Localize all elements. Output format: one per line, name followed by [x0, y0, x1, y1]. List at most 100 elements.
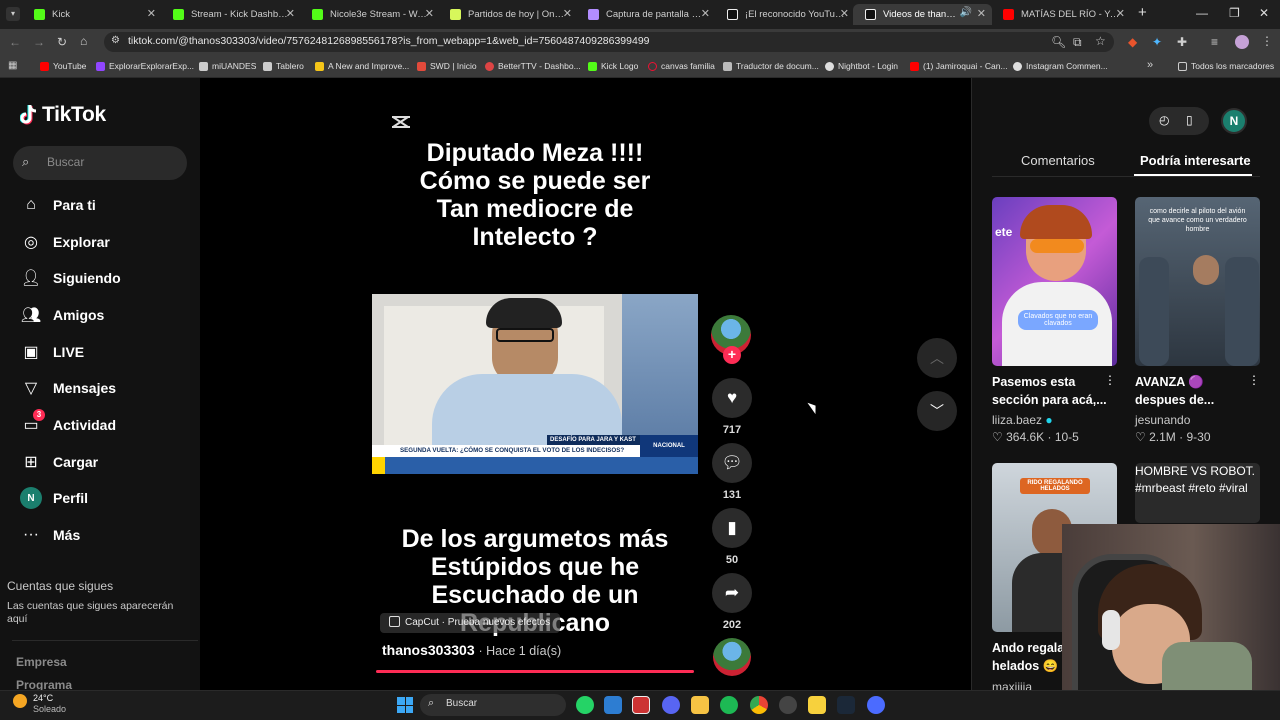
- bookmark-item[interactable]: Traductor de docum...: [723, 61, 819, 71]
- launcher-app-icon[interactable]: [867, 696, 885, 714]
- nav-siguiendo[interactable]: 👤︎ Siguiendo: [20, 266, 121, 290]
- bookmark-item[interactable]: SWD | Inicio: [417, 61, 477, 71]
- tab-6-active[interactable]: Videos de thanos303🔊✕: [853, 4, 992, 25]
- bookmark-item[interactable]: A New and Improve...: [315, 61, 409, 71]
- zoom-icon[interactable]: 🔍︎: [1051, 35, 1066, 49]
- back-icon[interactable]: ←: [9, 35, 21, 49]
- close-tab-icon[interactable]: ✕: [701, 7, 710, 20]
- next-video-button[interactable]: ﹀: [917, 391, 957, 431]
- close-tab-icon[interactable]: ✕: [840, 7, 849, 20]
- nav-mas[interactable]: ··· Más: [20, 523, 80, 547]
- recommended-author[interactable]: liiza.baez ●: [992, 413, 1053, 427]
- forward-icon[interactable]: →: [33, 35, 45, 49]
- audio-playing-icon[interactable]: 🔊: [960, 7, 972, 18]
- nav-cargar[interactable]: ⊞ Cargar: [20, 450, 98, 474]
- chrome-icon[interactable]: [750, 696, 768, 714]
- nav-explorar[interactable]: ◎ Explorar: [20, 230, 110, 254]
- previous-video-button[interactable]: ︿: [917, 338, 957, 378]
- obs-icon[interactable]: [779, 696, 797, 714]
- get-app-icon[interactable]: ▯: [1186, 113, 1193, 127]
- windows-start-icon[interactable]: [397, 697, 413, 713]
- minimize-icon[interactable]: —: [1196, 6, 1208, 20]
- sticky-notes-icon[interactable]: [808, 696, 826, 714]
- all-bookmarks-folder[interactable]: Todos los marcadores: [1178, 61, 1274, 71]
- nav-para-ti[interactable]: ⌂ Para ti: [20, 193, 96, 217]
- nav-perfil[interactable]: N Perfil: [20, 486, 88, 510]
- recommended-thumbnail[interactable]: HOMBRE VS ROBOT. #mrbeast #reto #viral: [1135, 463, 1260, 523]
- close-tab-icon[interactable]: ✕: [147, 7, 156, 20]
- steam-icon[interactable]: [837, 696, 855, 714]
- tab-list-icon[interactable]: ▾: [6, 7, 20, 21]
- recommended-author[interactable]: jesunando: [1135, 413, 1190, 427]
- bookmark-item[interactable]: Kick Logo: [588, 61, 638, 71]
- comment-button[interactable]: 💬︎: [712, 443, 752, 483]
- more-options-icon[interactable]: ⋮: [1248, 373, 1260, 387]
- nav-live[interactable]: ▣ LIVE: [20, 340, 84, 364]
- browser-profile-avatar[interactable]: [1235, 35, 1249, 49]
- recommended-thumbnail[interactable]: como decirle al piloto del avión que ava…: [1135, 197, 1260, 366]
- follow-plus-icon[interactable]: +: [723, 346, 741, 364]
- weather-temp[interactable]: 24°C: [33, 693, 53, 703]
- video-author[interactable]: thanos303303 · Hace 1 día(s): [382, 642, 561, 658]
- bookmark-item[interactable]: (1) Jamiroquai - Can...: [910, 61, 1008, 71]
- bookmark-item[interactable]: canvas familia: [648, 61, 715, 71]
- terminal-app-icon[interactable]: [632, 696, 650, 714]
- whatsapp-icon[interactable]: [576, 696, 594, 714]
- tab-comments[interactable]: Comentarios: [1021, 153, 1095, 168]
- nav-actividad[interactable]: ▭ 3 Actividad: [20, 409, 116, 437]
- nav-mensajes[interactable]: ▽ Mensajes: [20, 376, 116, 400]
- tab-2[interactable]: Nicole3e Stream - Watch ✕: [300, 4, 440, 25]
- tab-recommended[interactable]: Podría interesarte: [1140, 153, 1251, 168]
- tab-3[interactable]: Partidos de hoy | OneFoo ✕: [438, 4, 578, 25]
- recommended-title[interactable]: AVANZA 🟣 despues de...: [1135, 373, 1257, 409]
- bookmark-star-icon[interactable]: ☆: [1095, 34, 1106, 48]
- like-button[interactable]: ♥: [712, 378, 752, 418]
- browser-menu-icon[interactable]: ⋮: [1261, 34, 1273, 48]
- discord-icon[interactable]: [662, 696, 680, 714]
- maximize-icon[interactable]: ❐: [1229, 6, 1240, 20]
- search-input[interactable]: [13, 146, 187, 180]
- bookmark-item[interactable]: miUANDES: [199, 61, 256, 71]
- tab-5[interactable]: ¡El reconocido YouTuber ✕: [715, 4, 855, 25]
- close-tab-icon[interactable]: ✕: [425, 7, 434, 20]
- more-bookmarks-icon[interactable]: »: [1147, 59, 1153, 71]
- music-disc-icon[interactable]: [713, 638, 751, 676]
- share-button[interactable]: ➦: [712, 573, 752, 613]
- apps-grid-icon[interactable]: ▦: [8, 60, 17, 71]
- recommended-title[interactable]: Pasemos esta sección para acá,...: [992, 373, 1114, 409]
- reload-icon[interactable]: ↻: [57, 35, 67, 49]
- bookmark-item[interactable]: Nightbot - Login: [825, 61, 898, 71]
- close-tab-icon[interactable]: ✕: [1116, 7, 1125, 20]
- bookmark-item[interactable]: ExplorarExplorarExp...: [96, 61, 194, 71]
- close-window-icon[interactable]: ✕: [1259, 6, 1269, 20]
- tab-1[interactable]: Stream - Kick Dashboard ✕: [161, 4, 301, 25]
- save-button[interactable]: ▮: [712, 508, 752, 548]
- new-tab-icon[interactable]: +: [1138, 4, 1147, 21]
- home-button-icon[interactable]: ⌂: [80, 34, 87, 48]
- tab-4[interactable]: Captura de pantalla por I ✕: [576, 4, 716, 25]
- close-tab-icon[interactable]: ✕: [286, 7, 295, 20]
- spotify-icon[interactable]: [720, 696, 738, 714]
- extension-fox-icon[interactable]: ◆: [1128, 35, 1137, 49]
- tiktok-coins-icon[interactable]: ◴: [1159, 113, 1169, 127]
- more-options-icon[interactable]: ⋮: [1104, 373, 1116, 387]
- install-app-icon[interactable]: ⧉: [1073, 35, 1082, 50]
- tab-0[interactable]: Kick ✕: [22, 4, 162, 25]
- video-progress-bar[interactable]: [376, 670, 694, 673]
- file-explorer-icon[interactable]: [691, 696, 709, 714]
- tiktok-logo-text[interactable]: TikTok: [42, 103, 106, 127]
- taskbar-search[interactable]: [420, 694, 566, 716]
- profile-avatar[interactable]: N: [1221, 108, 1247, 134]
- bookmark-item[interactable]: Tablero: [263, 61, 304, 71]
- recommended-thumbnail[interactable]: Clavados que no eran clavados ete: [992, 197, 1117, 366]
- tiktok-logo-icon[interactable]: [20, 104, 38, 126]
- nav-amigos[interactable]: 👥︎ Amigos: [20, 303, 105, 327]
- close-tab-icon[interactable]: ✕: [563, 7, 572, 20]
- site-info-icon[interactable]: ⚙: [111, 35, 120, 46]
- bookmark-item[interactable]: BetterTTV - Dashbo...: [485, 61, 581, 71]
- tab-7[interactable]: MATÍAS DEL RÍO - YouTu ✕: [991, 4, 1131, 25]
- bookmark-item[interactable]: YouTube: [40, 61, 86, 71]
- media-control-icon[interactable]: ≡: [1211, 35, 1218, 49]
- footer-link-empresa[interactable]: Empresa: [16, 655, 67, 669]
- extension-twitch-icon[interactable]: ✦: [1152, 35, 1162, 49]
